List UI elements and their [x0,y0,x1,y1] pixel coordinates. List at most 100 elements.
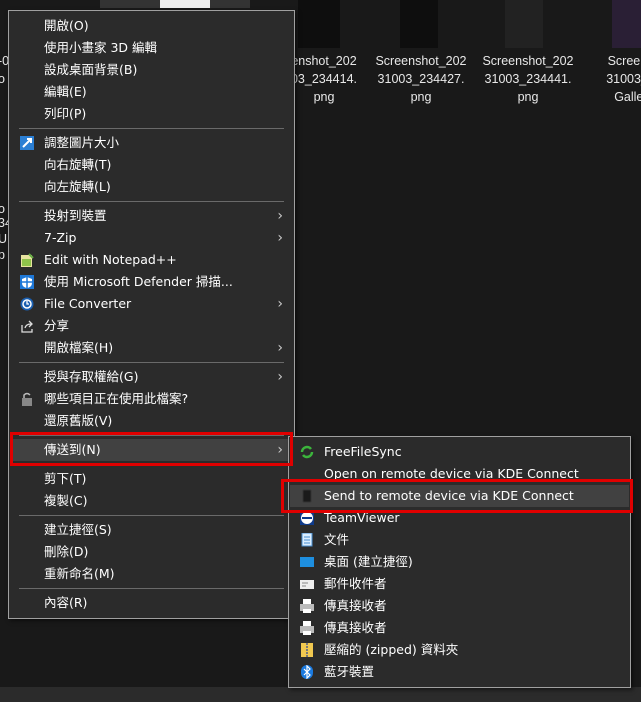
menu-item-s[interactable]: 建立捷徑(S) [10,519,293,541]
zip-folder-icon [300,643,314,657]
menu-item-label: 分享 [44,318,70,333]
bluetooth-icon [300,665,314,679]
menu-item-send-to-remote-device-via-kde-connect[interactable]: Send to remote device via KDE Connect [290,485,629,507]
file-label[interactable]: Screensh 31003_23 Gallery [580,52,641,106]
chevron-right-icon: › [277,369,283,385]
menu-item-item-10[interactable]: 藍牙裝置 [290,661,629,683]
menu-item-file-converter[interactable]: File Converter › [10,293,293,315]
mail-icon [300,577,314,591]
menu-item-label: 使用小畫家 3D 編輯 [44,40,158,55]
unlock-icon [20,392,34,406]
menu-item-7-zip[interactable]: 7-Zip › [10,227,293,249]
file-label-partial[interactable]: p [0,246,8,264]
menu-item-item-6[interactable]: 郵件收件者 [290,573,629,595]
menu-item-item-10[interactable]: 投射到裝置 › [10,205,293,227]
menu-item-zipped[interactable]: 壓縮的 (zipped) 資料夾 [290,639,629,661]
chevron-right-icon: › [277,230,283,246]
menu-item-item-8[interactable]: 傳真接收者 [290,617,629,639]
menu-item-label: Open on remote device via KDE Connect [324,466,579,481]
menu-item-label: 建立捷徑(S) [44,522,112,537]
file-label-partial[interactable]: -0 [0,52,9,70]
file-label-partial[interactable]: o [0,70,8,88]
file-thumbnail[interactable] [400,0,438,48]
defender-shield-icon [20,275,34,289]
chevron-right-icon: › [277,296,283,312]
menu-item-label: 設成桌面背景(B) [44,62,138,77]
menu-item-d[interactable]: 刪除(D) [10,541,293,563]
chevron-right-icon: › [277,340,283,356]
menu-item-edit-with-notepad[interactable]: Edit with Notepad++ [10,249,293,271]
menu-item-label: 刪除(D) [44,544,89,559]
menu-item-label: 投射到裝置 [44,208,107,223]
file-thumbnail[interactable] [612,0,641,48]
menu-item-v[interactable]: 還原舊版(V) [10,410,293,432]
menu-item-3d[interactable]: 使用小畫家 3D 編輯 [10,37,293,59]
menu-item-item-4[interactable]: 文件 [290,529,629,551]
menu-item-label: 還原舊版(V) [44,413,113,428]
desktop-icon [300,555,314,569]
menu-item-item-19[interactable]: 哪些項目正在使用此檔案? [10,388,293,410]
menu-item-c[interactable]: 複製(C) [10,490,293,512]
file-thumbnail[interactable] [298,0,340,48]
menu-item-item-6[interactable]: 調整圖片大小 [10,132,293,154]
menu-separator [19,435,284,436]
menu-item-label: 郵件收件者 [324,576,387,591]
menu-item-label: 複製(C) [44,493,88,508]
menu-item-label: File Converter [44,296,132,311]
resize-image-icon [20,136,34,150]
menu-item-teamviewer[interactable]: TeamViewer [290,507,629,529]
teamviewer-icon [300,511,314,525]
menu-item-item-5[interactable]: 桌面 (建立捷徑) [290,551,629,573]
menu-item-r[interactable]: 內容(R) [10,592,293,614]
menu-item-g[interactable]: 授與存取權給(G) › [10,366,293,388]
menu-item-p[interactable]: 列印(P) [10,103,293,125]
phone-icon [300,489,314,503]
menu-item-h[interactable]: 開啟檔案(H) › [10,337,293,359]
send-to-submenu: FreeFileSync Open on remote device via KD… [288,436,631,688]
menu-item-l[interactable]: 向左旋轉(L) [10,176,293,198]
menu-item-freefilesync[interactable]: FreeFileSync [290,441,629,463]
menu-item-item-15[interactable]: 分享 [10,315,293,337]
menu-item-label: 調整圖片大小 [44,135,120,150]
menu-item-label: 重新命名(M) [44,566,115,581]
file-label[interactable]: Screenshot_202 31003_234441. png [474,52,582,106]
menu-item-microsoft-defender[interactable]: 使用 Microsoft Defender 掃描... [10,271,293,293]
menu-item-label: Send to remote device via KDE Connect [324,488,574,503]
status-bar [0,687,641,702]
menu-item-label: 傳真接收者 [324,620,387,635]
chevron-right-icon: › [277,208,283,224]
document-icon [300,533,314,547]
menu-item-label: 向左旋轉(L) [44,179,111,194]
menu-separator [19,128,284,129]
file-thumbnail[interactable] [160,0,210,8]
menu-item-label: 使用 Microsoft Defender 掃描... [44,274,233,289]
menu-item-n[interactable]: 傳送到(N) › [10,439,293,461]
menu-item-t[interactable]: 向右旋轉(T) [10,154,293,176]
menu-item-label: 壓縮的 (zipped) 資料夾 [324,642,459,657]
menu-item-b[interactable]: 設成桌面背景(B) [10,59,293,81]
menu-item-open-on-remote-device-via-kde-connect[interactable]: Open on remote device via KDE Connect [290,463,629,485]
menu-separator [19,515,284,516]
menu-item-item-7[interactable]: 傳真接收者 [290,595,629,617]
notepad-plus-plus-icon [20,253,34,267]
menu-item-label: 剪下(T) [44,471,87,486]
menu-item-label: 內容(R) [44,595,88,610]
menu-item-label: 傳真接收者 [324,598,387,613]
menu-item-t[interactable]: 剪下(T) [10,468,293,490]
menu-item-label: 哪些項目正在使用此檔案? [44,391,189,406]
menu-item-label: 授與存取權給(G) [44,369,139,384]
menu-item-label: TeamViewer [324,510,400,525]
menu-separator [19,201,284,202]
menu-separator [19,588,284,589]
menu-item-e[interactable]: 編輯(E) [10,81,293,103]
menu-item-label: 藍牙裝置 [324,664,375,679]
context-menu: 開啟(O) 使用小畫家 3D 編輯 設成桌面背景(B) 編輯(E) 列印(P) 調整圖片大… [8,10,295,619]
fax-icon [300,621,314,635]
menu-item-label: 傳送到(N) [44,442,101,457]
menu-item-label: 向右旋轉(T) [44,157,112,172]
menu-item-label: 桌面 (建立捷徑) [324,554,413,569]
file-thumbnail[interactable] [505,0,543,48]
menu-item-o[interactable]: 開啟(O) [10,15,293,37]
file-label[interactable]: Screenshot_202 31003_234427. png [367,52,475,106]
menu-item-m[interactable]: 重新命名(M) [10,563,293,585]
